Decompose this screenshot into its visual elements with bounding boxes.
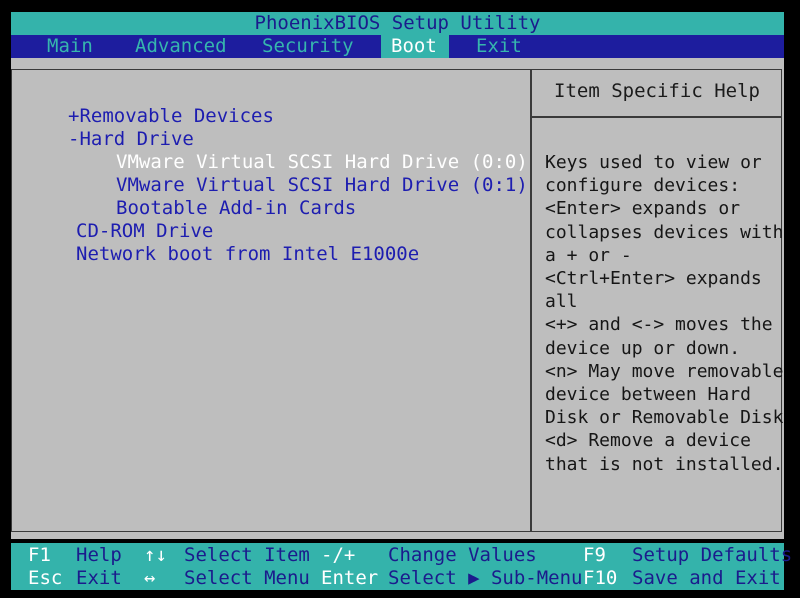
help-line: Disk or Removable Disk xyxy=(545,407,784,429)
help-line: configure devices: xyxy=(545,175,741,197)
key-f10: F10 xyxy=(583,567,618,589)
boot-item-removable-devices[interactable]: +Removable Devices xyxy=(68,105,274,128)
help-line: <Enter> expands or xyxy=(545,198,741,220)
key-esc: Esc xyxy=(28,567,63,589)
boot-item-vmware-scsi-0-1[interactable]: VMware Virtual SCSI Hard Drive (0:1) xyxy=(116,174,528,197)
help-line: Keys used to view or xyxy=(545,152,762,173)
key-enter: Enter xyxy=(321,567,379,589)
help-line: all xyxy=(545,291,578,313)
boot-item-bootable-add-in-cards[interactable]: Bootable Add-in Cards xyxy=(116,197,356,220)
help-line: a + or - xyxy=(545,244,632,266)
key-select-submenu-desc: Select ▶ Sub-Menu xyxy=(388,567,583,589)
key-save-exit-desc: Save and Exit xyxy=(632,567,781,589)
key-exit-desc: Exit xyxy=(76,567,122,589)
key-change-values-desc: Change Values xyxy=(388,544,537,566)
help-divider xyxy=(530,69,532,532)
status-bar: F1 Help ↑↓ Select Item -/+ Change Values… xyxy=(11,543,792,590)
help-title: Item Specific Help xyxy=(554,80,760,102)
key-f1-desc: Help xyxy=(76,544,122,566)
help-line: device between Hard xyxy=(545,384,751,406)
menu-advanced[interactable]: Advanced xyxy=(125,35,237,58)
help-line: <+> and <-> moves the xyxy=(545,314,773,336)
help-line: device up or down. xyxy=(545,337,741,359)
key-select-menu-desc: Select Menu xyxy=(184,567,310,589)
arrow-left-right-icon: ↔ xyxy=(144,567,156,589)
title-bar: PhoenixBIOS Setup Utility xyxy=(11,12,784,35)
key-f1: F1 xyxy=(28,544,51,566)
boot-item-network-boot[interactable]: Network boot from Intel E1000e xyxy=(76,243,419,266)
boot-item-cd-rom-drive[interactable]: CD-ROM Drive xyxy=(76,220,213,243)
menu-exit[interactable]: Exit xyxy=(466,35,532,58)
boot-item-vmware-scsi-0-0[interactable]: VMware Virtual SCSI Hard Drive (0:0) xyxy=(116,151,528,174)
help-line: collapses devices with xyxy=(545,221,784,243)
key-select-item-desc: Select Item xyxy=(184,544,310,566)
menu-main[interactable]: Main xyxy=(37,35,103,58)
help-text: Keys used to view or configure devices: … xyxy=(545,151,784,476)
menu-boot[interactable]: Boot xyxy=(381,35,449,58)
arrow-up-down-icon: ↑↓ xyxy=(144,544,167,566)
help-title-divider xyxy=(532,116,782,118)
key-minus-plus: -/+ xyxy=(321,544,356,566)
key-f9: F9 xyxy=(583,544,606,566)
help-line: <n> May move removable xyxy=(545,360,784,382)
help-line: <d> Remove a device xyxy=(545,430,751,452)
boot-item-hard-drive[interactable]: -Hard Drive xyxy=(68,128,194,151)
help-line: that is not installed. xyxy=(545,453,784,475)
bios-screen: PhoenixBIOS Setup Utility Main Advanced … xyxy=(0,0,800,598)
key-setup-defaults-desc: Setup Defaults xyxy=(632,544,793,566)
help-line: <Ctrl+Enter> expands xyxy=(545,268,762,290)
menu-security[interactable]: Security xyxy=(252,35,364,58)
menu-bar: Main Advanced Security Boot Exit xyxy=(11,35,784,58)
